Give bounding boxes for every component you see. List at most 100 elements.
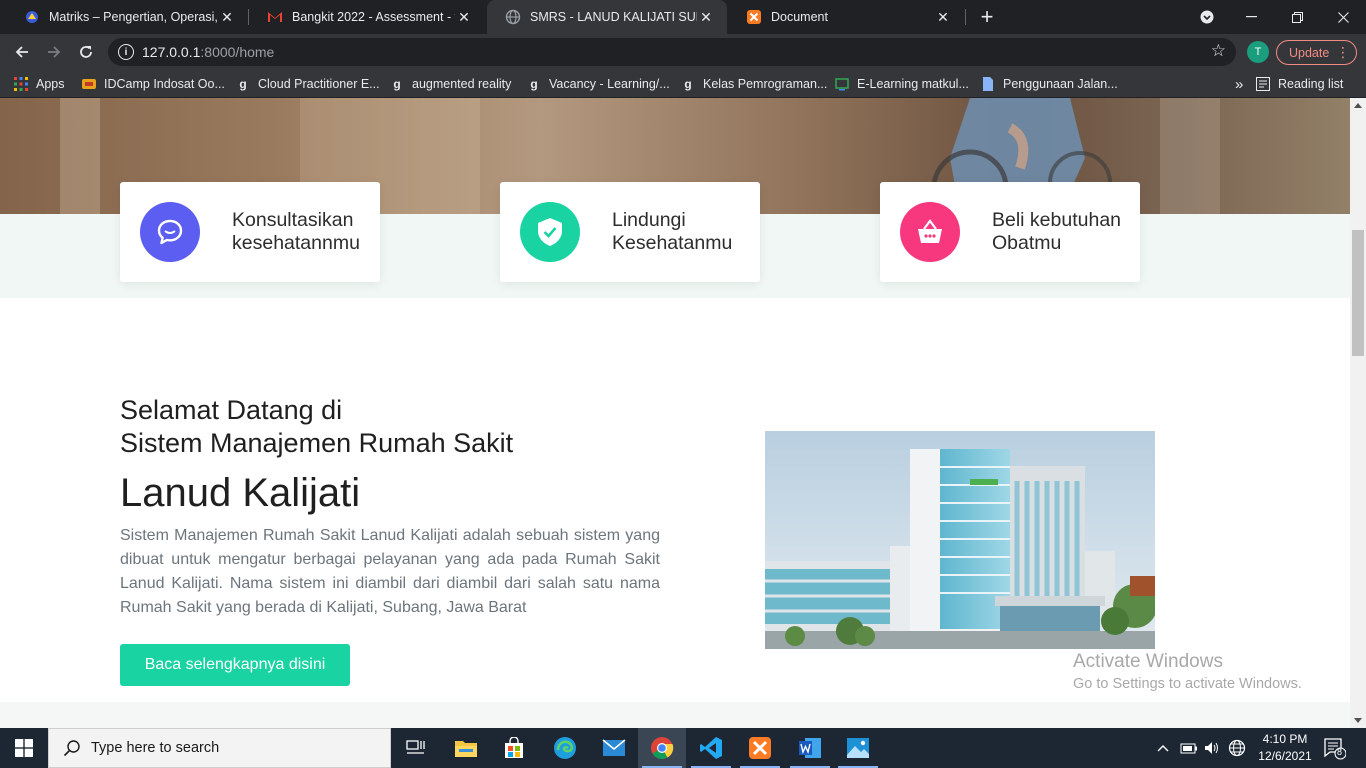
feature-label: Lindungi Kesehatanmu <box>612 209 733 254</box>
volume-icon[interactable] <box>1204 728 1220 768</box>
edge-icon[interactable] <box>541 728 589 768</box>
bookmark-label: Penggunaan Jalan... <box>1003 77 1118 91</box>
reading-list-button[interactable]: Reading list <box>1256 75 1343 93</box>
close-icon[interactable]: ✕ <box>218 8 236 26</box>
taskbar-search-box[interactable]: Type here to search <box>48 728 391 768</box>
bookmark-augmented-reality[interactable]: g augmented reality <box>390 75 511 93</box>
next-section-band <box>0 702 1350 728</box>
url-path: :8000/home <box>200 44 275 60</box>
page-viewport: Konsultasikan kesehatannmu Lindungi Kese… <box>0 98 1350 728</box>
more-menu-icon[interactable]: ⋮ <box>1336 43 1350 61</box>
bookmark-kelas-pemrograman[interactable]: g Kelas Pemrograman... <box>681 75 827 93</box>
url-text[interactable]: 127.0.0.1:8000/home <box>142 44 274 60</box>
chrome-icon[interactable] <box>638 728 686 768</box>
bookmark-elearning[interactable]: E-Learning matkul... <box>835 75 969 93</box>
reload-button[interactable] <box>72 38 100 66</box>
dicoding-icon: g <box>239 77 247 91</box>
feature-label: Beli kebutuhan Obatmu <box>992 209 1122 254</box>
dicoding-icon: g <box>684 77 692 91</box>
taskbar-clock[interactable]: 4:10 PM 12/6/2021 <box>1250 731 1320 765</box>
word-icon[interactable] <box>786 728 834 768</box>
reading-list-icon <box>1256 77 1270 91</box>
back-button[interactable] <box>8 38 36 66</box>
bookmark-penggunaan-jalan[interactable]: Penggunaan Jalan... <box>981 75 1118 93</box>
notifications-icon[interactable]: 8 <box>1322 736 1347 760</box>
activate-windows-subtitle: Go to Settings to activate Windows. <box>1073 676 1302 692</box>
tab-smrs[interactable]: SMRS - LANUD KALIJATI SUBANG ✕ <box>487 0 727 34</box>
xampp-icon[interactable] <box>736 728 784 768</box>
tab-search-button[interactable] <box>1184 0 1230 34</box>
tab-title: Matriks – Pengertian, Operasi, De <box>49 10 218 24</box>
dicoding-icon: g <box>530 77 538 91</box>
tab-document[interactable]: Document ✕ <box>728 0 964 34</box>
globe-icon <box>505 9 521 25</box>
bookmark-star-icon[interactable]: ☆ <box>1211 41 1226 61</box>
photos-icon[interactable] <box>834 728 882 768</box>
bookmark-label: Kelas Pemrograman... <box>703 77 828 91</box>
show-hidden-icons-chevron-icon[interactable] <box>1157 728 1169 768</box>
bookmark-idcamp[interactable]: IDCamp Indosat Oo... <box>82 75 225 93</box>
read-more-button[interactable]: Baca selengkapnya disini <box>120 644 350 686</box>
bookmark-cloud-practitioner[interactable]: g Cloud Practitioner E... <box>236 75 380 93</box>
tab-matriks[interactable]: Matriks – Pengertian, Operasi, De ✕ <box>6 0 248 34</box>
idcamp-icon <box>82 77 96 91</box>
about-description: Sistem Manajemen Rumah Sakit Lanud Kalij… <box>120 527 660 616</box>
restore-button[interactable] <box>1274 0 1320 34</box>
task-view-icon[interactable] <box>392 728 440 768</box>
bookmark-vacancy[interactable]: g Vacancy - Learning/... <box>527 75 670 93</box>
tab-bangkit[interactable]: Bangkit 2022 - Assessment - ttan ✕ <box>249 0 485 34</box>
apps-grid-icon <box>14 77 28 91</box>
close-icon[interactable]: ✕ <box>455 8 473 26</box>
address-bar[interactable]: i 127.0.0.1:8000/home ☆ <box>108 38 1236 66</box>
file-explorer-icon[interactable] <box>442 728 490 768</box>
clock-date: 12/6/2021 <box>1258 749 1312 763</box>
feature-card-consult[interactable]: Konsultasikan kesehatannmu <box>120 182 380 282</box>
start-button[interactable] <box>0 728 48 768</box>
reading-list-label: Reading list <box>1278 77 1344 91</box>
page-title: Lanud Kalijati <box>120 471 361 515</box>
chat-bubble-icon <box>140 202 200 262</box>
clock-time: 4:10 PM <box>1262 732 1308 746</box>
more-bookmarks-button[interactable]: » <box>1235 75 1243 93</box>
update-label: Update <box>1289 45 1330 60</box>
info-icon[interactable]: i <box>118 44 134 60</box>
scroll-up-arrow-icon[interactable] <box>1354 103 1362 108</box>
store-icon[interactable] <box>490 728 538 768</box>
page-scrollbar[interactable] <box>1350 98 1366 728</box>
bookmark-label: E-Learning matkul... <box>857 77 969 91</box>
close-icon[interactable]: ✕ <box>934 8 952 26</box>
search-icon <box>63 740 80 757</box>
shield-check-icon <box>520 202 580 262</box>
feature-card-protect[interactable]: Lindungi Kesehatanmu <box>500 182 760 282</box>
bookmark-apps[interactable]: Apps <box>14 75 65 93</box>
hero-decoration <box>60 98 100 214</box>
vscode-icon[interactable] <box>687 728 735 768</box>
minimize-button[interactable] <box>1228 0 1274 34</box>
browser-tab-strip: Matriks – Pengertian, Operasi, De ✕ Bang… <box>0 0 1366 34</box>
close-window-button[interactable] <box>1320 0 1366 34</box>
bookmark-label: Cloud Practitioner E... <box>258 77 380 91</box>
url-host: 127.0.0.1 <box>142 44 201 60</box>
new-tab-button[interactable]: + <box>974 4 1000 30</box>
language-globe-icon[interactable] <box>1228 728 1246 768</box>
notification-count: 8 <box>1337 747 1343 757</box>
windows-taskbar: Type here to search 4:10 PM 12/6/2021 8 <box>0 728 1366 768</box>
elearning-icon <box>835 77 849 91</box>
windows-logo-icon <box>15 739 33 757</box>
feature-card-medicine[interactable]: Beli kebutuhan Obatmu <box>880 182 1140 282</box>
battery-icon[interactable] <box>1180 728 1198 768</box>
scroll-down-arrow-icon[interactable] <box>1354 718 1362 723</box>
tab-title: SMRS - LANUD KALIJATI SUBANG <box>530 10 697 24</box>
update-button[interactable]: Update ⋮ <box>1276 40 1357 65</box>
welcome-heading-line2: Sistem Manajemen Rumah Sakit <box>120 428 514 458</box>
forward-button[interactable] <box>40 38 68 66</box>
scroll-thumb[interactable] <box>1352 230 1364 356</box>
xampp-icon <box>746 9 762 25</box>
bookmark-label: Vacancy - Learning/... <box>549 77 670 91</box>
document-icon <box>981 77 995 91</box>
tab-divider <box>965 9 966 25</box>
profile-avatar[interactable]: T <box>1247 41 1269 63</box>
mail-icon[interactable] <box>590 728 638 768</box>
tab-title: Bangkit 2022 - Assessment - ttan <box>292 10 455 24</box>
close-icon[interactable]: ✕ <box>697 8 715 26</box>
